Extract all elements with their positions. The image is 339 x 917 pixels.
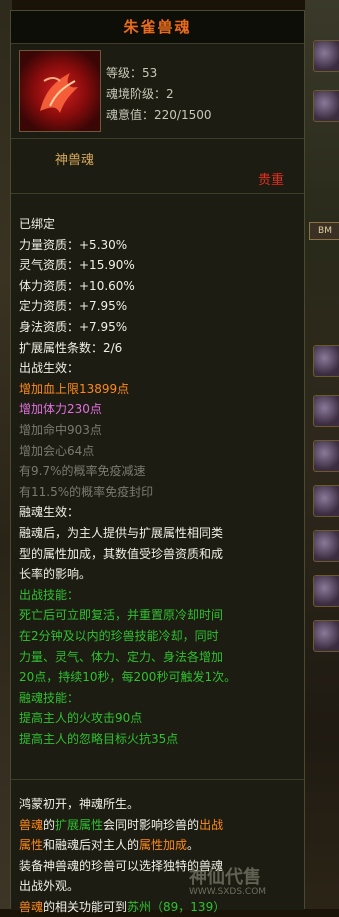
- stage-stat: 魂境阶级：2: [106, 87, 174, 101]
- item-tooltip: 朱雀兽魂 等级：53 魂境阶级：2 魂意值：220/1500 神兽魂 贵重 已绑…: [10, 10, 305, 914]
- pet-slot-icon[interactable]: [313, 440, 339, 472]
- attribute-line: 出战生效：: [19, 361, 80, 376]
- item-header: 等级：53 魂境阶级：2 魂意值：220/1500: [11, 44, 304, 139]
- attribute-line: 20点，持续10秒，每200秒可触发1次。: [19, 670, 237, 685]
- attribute-line: 增加体力230点: [19, 402, 102, 417]
- rarity-label: 贵重: [258, 173, 285, 188]
- item-type-section: 神兽魂 贵重: [11, 139, 304, 194]
- pet-slot-icon[interactable]: [313, 90, 339, 122]
- attribute-line: 在2分钟及以内的珍兽技能冷却，同时: [19, 629, 219, 643]
- description-segment: 扩展属性: [55, 817, 104, 832]
- attribute-line: 提高主人的忽略目标火抗35点: [19, 732, 179, 746]
- description-line: 兽魂的相关功能可到苏州（89，139）: [19, 897, 225, 917]
- description-segment: 鸿蒙初开，神魂所生。: [19, 797, 140, 811]
- side-button[interactable]: BM: [309, 222, 339, 240]
- description-segment: 的: [43, 817, 56, 832]
- watermark-sub: WWW.SXDS.COM: [189, 887, 267, 897]
- description-line: 属性和融魂后对主人的属性加成。: [19, 835, 199, 855]
- description-line: 兽魂的扩展属性会同时影响珍兽的出战: [19, 815, 223, 835]
- attribute-line: 增加会心64点: [19, 443, 95, 458]
- attribute-line: 长率的影响。: [19, 567, 92, 582]
- description-segment: 的相关功能可到: [43, 899, 128, 914]
- attribute-line: 增加血上限13899点: [19, 381, 130, 396]
- attribute-line: 体力资质：+10.60%: [19, 278, 135, 293]
- description-line: 鸿蒙初开，神魂所生。: [19, 794, 139, 814]
- title-bar: 朱雀兽魂: [11, 11, 304, 44]
- attribute-line: 融魂生效：: [19, 505, 80, 520]
- description-segment: 属性: [19, 838, 44, 852]
- attribute-line: 融魂技能：: [19, 690, 80, 705]
- pet-slot-icon[interactable]: [313, 345, 339, 377]
- item-title: 朱雀兽魂: [123, 18, 192, 36]
- attribute-line: 力量、灵气、体力、定力、身法各增加: [19, 649, 224, 664]
- description-segment: 属性加成: [139, 838, 188, 852]
- attribute-line: 提高主人的火攻击90点: [19, 711, 143, 726]
- attribute-line: 增加命中903点: [19, 423, 102, 437]
- pet-slot-icon[interactable]: [313, 530, 339, 562]
- pet-slot-icon[interactable]: [313, 485, 339, 517]
- attribute-line: 融魂后，为主人提供与扩展属性相同类: [19, 526, 224, 540]
- description-segment: 兽魂: [19, 899, 44, 914]
- attribute-line: 出战技能：: [19, 587, 80, 602]
- level-stat: 等级：53: [106, 66, 158, 80]
- attribute-section: 已绑定力量资质：+5.30% 灵气资质：+15.90% 体力资质：+10.60% 定力…: [11, 194, 304, 780]
- attribute-line: 定力资质：+7.95%: [19, 299, 128, 314]
- description-line: 出战外观。: [19, 876, 79, 896]
- item-type: 神兽魂: [55, 153, 95, 168]
- pet-slot-icon[interactable]: [313, 40, 339, 72]
- description-segment: 会同时影响珍兽的: [103, 817, 200, 832]
- attribute-line: 死亡后可立即复活，并重置原冷却时间: [19, 608, 224, 623]
- description-segment: 苏州（89，139）: [127, 899, 226, 914]
- description-segment: 出战: [199, 817, 224, 832]
- soul-stat: 魂意值：220/1500: [106, 108, 212, 122]
- attribute-line: 扩展属性条数：2/6: [19, 340, 123, 355]
- attribute-line: 力量资质：+5.30%: [19, 237, 128, 252]
- attribute-line: 灵气资质：+15.90%: [19, 258, 135, 273]
- attribute-line: 身法资质：+7.95%: [19, 320, 128, 334]
- description-segment: 。: [187, 838, 200, 852]
- attribute-line: 型的属性加成，其数值受珍兽资质和成: [19, 546, 224, 561]
- attribute-line: 有11.5%的概率免疫封印: [19, 484, 154, 499]
- attribute-line: 有9.7%的概率免疫减速: [19, 464, 146, 479]
- phoenix-icon: [19, 50, 101, 132]
- description-segment: 兽魂: [19, 817, 44, 832]
- attribute-line: 已绑定: [19, 217, 56, 231]
- description-segment: 和融魂后对主人的: [43, 838, 140, 852]
- pet-slot-icon[interactable]: [313, 620, 339, 652]
- description-segment: 出战外观。: [19, 879, 80, 893]
- background-right: BM: [305, 0, 339, 909]
- watermark-main: 神仙代售: [189, 867, 261, 888]
- watermark: 神仙代售 WWW.SXDS.COM: [189, 863, 266, 897]
- pet-slot-icon[interactable]: [313, 575, 339, 607]
- pet-slot-icon[interactable]: [313, 395, 339, 427]
